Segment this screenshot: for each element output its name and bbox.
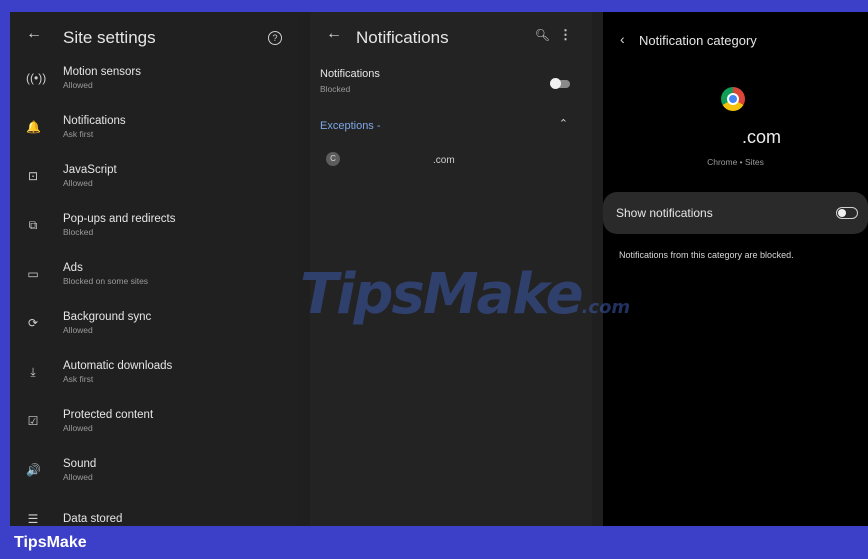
settings-item-status: Allowed [63, 472, 93, 482]
page-title: Notifications [356, 28, 449, 47]
show-notifications-switch[interactable] [836, 207, 858, 219]
popup-icon: ⧉ [28, 218, 38, 232]
footer-brand: TipsMake [14, 534, 87, 551]
settings-item-status: Blocked [63, 227, 94, 237]
switch-knob [838, 209, 846, 217]
settings-item[interactable]: ⊡ JavaScript Allowed [10, 158, 298, 207]
notification-category-pane: ‹ Notification category .com Chrome • Si… [603, 12, 868, 526]
settings-item-label: Background sync [63, 311, 152, 323]
protected-content-icon: ☑ [27, 414, 39, 428]
settings-item[interactable]: ⧉ Pop-ups and redirects Blocked [10, 207, 298, 256]
settings-item[interactable]: ☑ Protected content Allowed [10, 403, 298, 452]
settings-item[interactable]: ▭ Ads Blocked on some sites [10, 256, 298, 305]
settings-item-status: Allowed [63, 325, 93, 335]
sound-icon: 🔊 [26, 463, 41, 477]
notifications-toggle-status: Blocked [320, 84, 351, 94]
settings-item[interactable]: ⤓ Automatic downloads Ask first [10, 354, 298, 403]
settings-item-status: Blocked on some sites [63, 276, 149, 286]
chrome-logo-icon [721, 87, 745, 111]
settings-item-label: Ads [63, 262, 83, 274]
category-appbar: ‹ Notification category [603, 12, 868, 56]
data-stored-icon: ☰ [27, 512, 39, 526]
notifications-toggle-label: Notifications [320, 68, 380, 80]
site-settings-pane: ← Site settings ? ((•)) Motion sensors All… [10, 12, 298, 526]
blocked-note: Notifications from this category are blo… [619, 250, 794, 260]
site-name: .com [742, 127, 782, 147]
download-icon: ⤓ [30, 365, 36, 379]
site-settings-list: ((•)) Motion sensors Allowed 🔔 Notifications… [10, 60, 298, 526]
settings-item-status: Allowed [63, 178, 93, 188]
notifications-switch[interactable] [550, 78, 570, 89]
settings-item-label: Sound [63, 458, 97, 470]
back-arrow-icon[interactable]: ← [326, 25, 342, 43]
page-title: Notification category [639, 33, 757, 48]
settings-item[interactable]: ((•)) Motion sensors Allowed [10, 60, 298, 109]
show-notifications-row[interactable]: Show notifications [603, 192, 868, 234]
settings-item-label: JavaScript [63, 164, 117, 176]
settings-item-label: Notifications [63, 115, 126, 127]
settings-item-status: Ask first [63, 129, 94, 139]
show-notifications-label: Show notifications [616, 206, 713, 220]
sync-icon: ⟳ [27, 316, 39, 330]
switch-knob [550, 78, 561, 89]
footer-bar: TipsMake [0, 526, 868, 559]
settings-item[interactable]: 🔔 Notifications Ask first [10, 109, 298, 158]
search-icon[interactable]: 🔍︎ [535, 28, 550, 42]
site-subtitle: Chrome • Sites [707, 157, 764, 167]
site-favicon-icon: C [326, 152, 340, 166]
settings-item[interactable]: ⟳ Background sync Allowed [10, 305, 298, 354]
bell-icon: 🔔 [26, 120, 41, 134]
exception-site-row[interactable]: C .com [320, 148, 582, 176]
motion-sensor-icon: ((•)) [26, 71, 47, 85]
settings-item-label: Protected content [63, 409, 154, 421]
settings-item[interactable]: 🔊 Sound Allowed [10, 452, 298, 501]
help-icon[interactable]: ? [268, 31, 282, 45]
settings-item-status: Ask first [63, 374, 94, 384]
javascript-icon: ⊡ [27, 169, 39, 183]
page-title: Site settings [63, 28, 156, 47]
back-chevron-icon[interactable]: ‹ [620, 31, 625, 47]
settings-item-label: Automatic downloads [63, 360, 173, 372]
settings-item-label: Pop-ups and redirects [63, 213, 176, 225]
watermark-logo: TipsMake.com [300, 262, 631, 327]
settings-item[interactable]: ☰ Data stored [10, 501, 298, 526]
chevron-up-icon[interactable]: ⌃ [559, 117, 568, 130]
notifications-toggle-row[interactable]: Notifications Blocked [310, 68, 592, 108]
site-settings-appbar: ← Site settings ? [10, 12, 298, 56]
settings-item-status: Allowed [63, 423, 93, 433]
site-domain: .com [433, 155, 455, 166]
more-options-icon[interactable]: ⋮ [559, 27, 572, 43]
settings-item-status: Allowed [63, 80, 93, 90]
settings-item-label: Data stored [63, 513, 123, 525]
ads-icon: ▭ [27, 267, 39, 281]
notifications-appbar: ← Notifications 🔍︎ ⋮ [310, 12, 592, 56]
exceptions-header[interactable]: Exceptions - [320, 120, 381, 132]
back-arrow-icon[interactable]: ← [26, 25, 42, 43]
settings-item-label: Motion sensors [63, 66, 141, 78]
screenshot-frame: ← Site settings ? ((•)) Motion sensors All… [10, 12, 868, 526]
